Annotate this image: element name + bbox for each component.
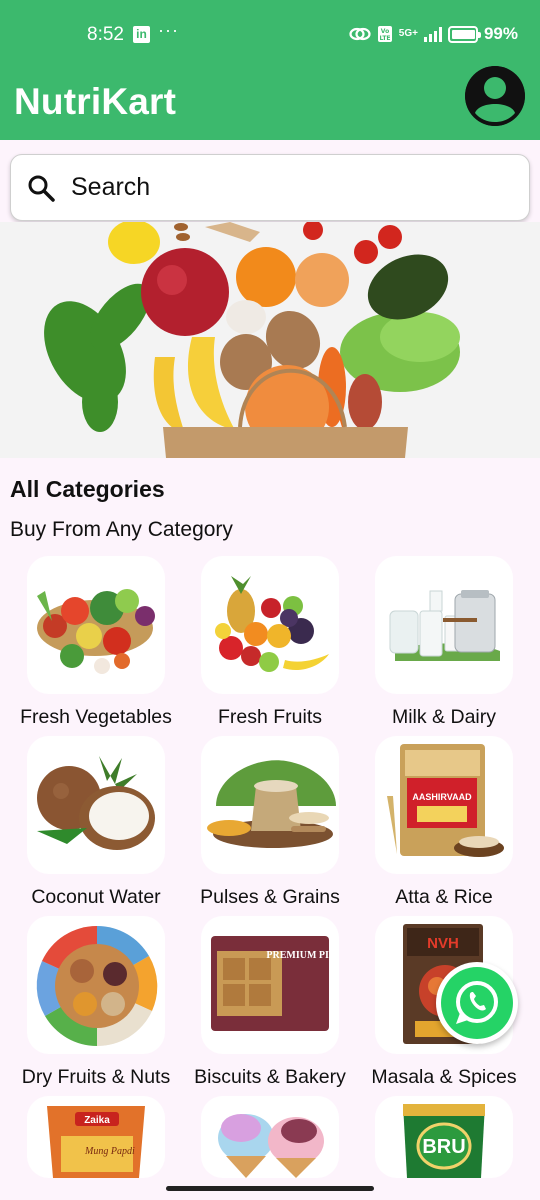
category-image: AASHIRVAAD: [375, 736, 513, 874]
linkedin-icon: in: [133, 26, 150, 43]
category-image: [27, 736, 165, 874]
search-bar[interactable]: [10, 154, 530, 221]
account-circle-icon[interactable]: [465, 66, 525, 126]
category-image: [27, 916, 165, 1054]
atta-brand-text: AASHIRVAAD: [412, 792, 472, 802]
category-image: Zaika Mung Papdi: [27, 1096, 165, 1178]
whatsapp-button[interactable]: [436, 962, 518, 1044]
more-notifications-icon: ···: [158, 20, 179, 40]
battery-icon: [447, 25, 481, 43]
status-time: 8:52: [87, 24, 124, 45]
app-title: NutriKart: [14, 81, 177, 122]
categories-subtitle: Buy From Any Category: [10, 518, 233, 541]
coffee-brand-text: BRU: [422, 1136, 465, 1158]
signal-icon: [423, 26, 442, 42]
network-type: 5G+: [398, 28, 418, 39]
status-indicators: Vo LTE 5G+ 99%: [349, 24, 518, 44]
category-label: Masala & Spices: [371, 1066, 517, 1088]
categories-title: All Categories: [10, 476, 165, 502]
category-image: [201, 1096, 339, 1178]
home-indicator[interactable]: [166, 1186, 374, 1191]
snack-brand-text: Zaika: [84, 1115, 110, 1126]
category-label: Fresh Vegetables: [20, 706, 172, 728]
category-label: Fresh Fruits: [217, 706, 322, 728]
category-image: [375, 556, 513, 694]
category-label: Milk & Dairy: [391, 706, 496, 728]
volte-icon: Vo LTE: [377, 26, 392, 42]
biscuit-brand-text: PREMIUM PISTA: [266, 950, 339, 961]
app-bar: NutriKart: [0, 66, 540, 140]
whatsapp-icon: [441, 967, 513, 1039]
category-label: Atta & Rice: [395, 886, 493, 908]
link-icon: [349, 27, 371, 41]
category-image: BRU: [375, 1096, 513, 1178]
status-bar: 8:52 in ··· Vo LTE 5G+ 99%: [0, 0, 540, 70]
hero-banner[interactable]: [0, 222, 540, 458]
search-input[interactable]: [71, 173, 471, 202]
category-label: Coconut Water: [31, 886, 161, 908]
category-label: Dry Fruits & Nuts: [21, 1066, 171, 1088]
category-image: [201, 736, 339, 874]
snack-name-text: Mung Papdi: [84, 1146, 135, 1157]
category-image: [27, 556, 165, 694]
category-image: PREMIUM PISTA: [201, 916, 339, 1054]
svg-text:Vo: Vo: [381, 28, 389, 35]
svg-text:LTE: LTE: [379, 35, 390, 42]
grocery-bag-image: [0, 222, 540, 458]
masala-brand-text: NVH: [427, 935, 459, 952]
category-label: Biscuits & Bakery: [194, 1066, 346, 1088]
category-image: [201, 556, 339, 694]
category-label: Pulses & Grains: [200, 886, 340, 908]
search-icon: [28, 175, 55, 202]
battery-level: 99%: [483, 24, 518, 43]
